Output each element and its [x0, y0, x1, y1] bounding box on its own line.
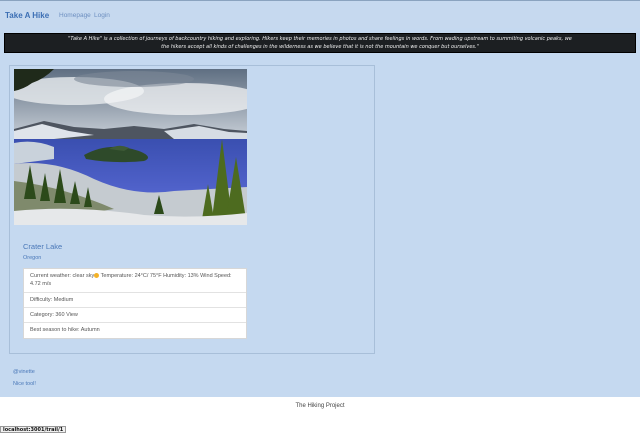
top-navbar: Take A Hike Homepage Login [0, 0, 640, 28]
comment-user-link[interactable]: @vinette [13, 369, 35, 375]
intro-text-line-1: "Take A Hike" is a collection of journey… [68, 36, 572, 42]
intro-banner: "Take A Hike" is a collection of journey… [4, 33, 636, 53]
nav-link-homepage[interactable]: Homepage [59, 12, 91, 19]
intro-text-line-2: the hikers accept all kinds of challenge… [161, 43, 479, 50]
season-item: Best season to hike: Autumn [30, 327, 100, 333]
trail-name: Crater Lake [23, 242, 63, 251]
weather-prefix: Current weather: clear sky [30, 273, 95, 279]
comment-text: Nice tool! [13, 381, 36, 387]
footer-text: The Hiking Project [295, 403, 345, 409]
trail-state: Oregon [23, 255, 42, 261]
category-item: Category: 360 View [24, 308, 246, 323]
weather-item: Current weather: clear sky Temperature: … [24, 269, 246, 293]
trail-info-list: Current weather: clear sky Temperature: … [23, 268, 247, 339]
nav-link-login[interactable]: Login [94, 12, 110, 19]
status-bar-url: localhost:3001/trail/1 [0, 426, 67, 433]
trail-photo [14, 69, 247, 225]
difficulty-item: Difficulty: Medium [24, 293, 246, 308]
comment-box-edge [479, 364, 640, 397]
brand-link[interactable]: Take A Hike [5, 11, 49, 20]
comment-box [4, 364, 479, 397]
